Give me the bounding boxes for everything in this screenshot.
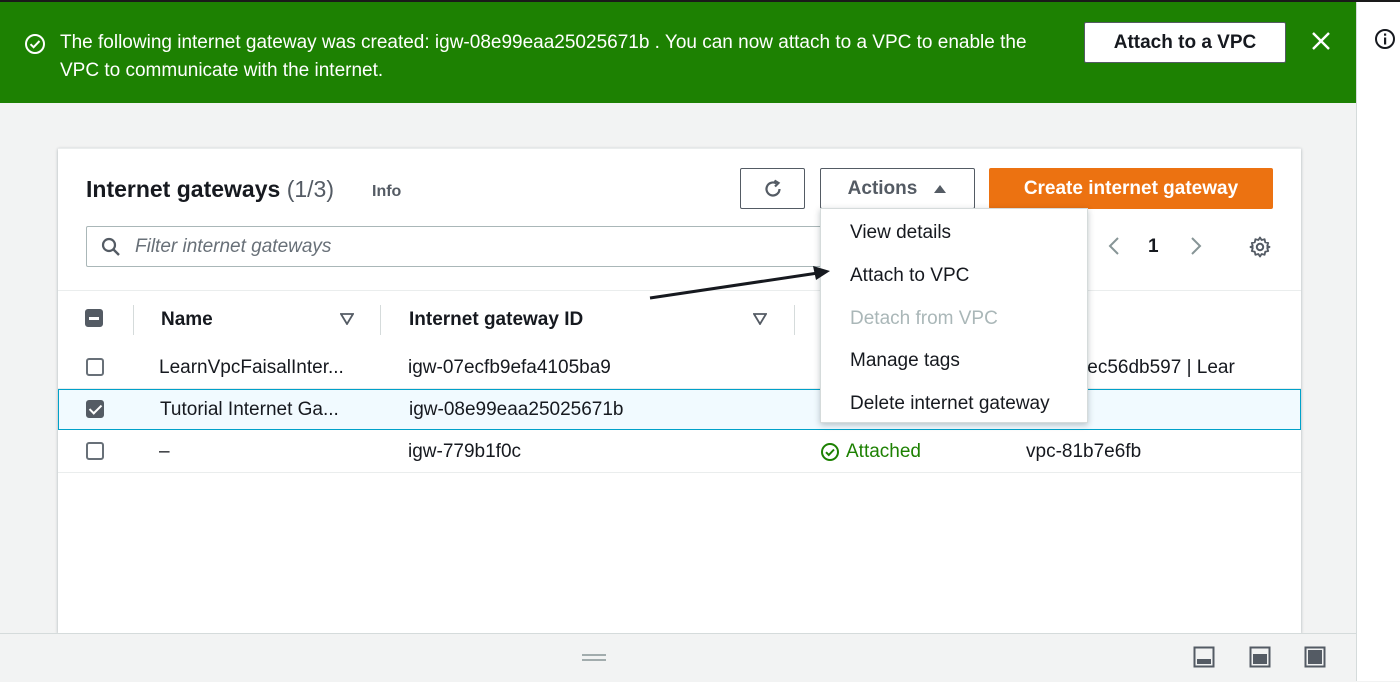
chevron-right-icon[interactable] [1186,235,1206,257]
actions-label: Actions [847,177,918,199]
refresh-icon [764,179,781,197]
menu-item-manage-tags[interactable]: Manage tags [850,350,960,372]
row-vpc[interactable]: vpc-81b7e6fb [1026,441,1301,463]
status-success-icon [821,443,839,461]
state-label: Attached [846,441,921,462]
internet-gateways-table-container: Internet gateways (1/3) Info Actions Cre… [58,148,1301,633]
search-icon [101,237,120,256]
table-row[interactable]: – igw-779b1f0c Attached vpc-81b7e6fb [58,431,1301,473]
row-gateway-id[interactable]: igw-779b1f0c [408,441,521,463]
info-link[interactable]: Info [372,183,401,201]
flash-message: The following internet gateway was creat… [60,32,1027,81]
row-state: Attached [820,441,921,463]
table-title: Internet gateways [86,176,281,202]
table-row[interactable]: LearnVpcFaisalInter... igw-07ecfb9efa410… [58,347,1301,389]
panel-bottom-icon[interactable] [1193,646,1215,668]
annotation-arrow [649,266,830,300]
gear-icon[interactable] [1248,235,1272,259]
menu-item-attach-to-vpc[interactable]: Attach to VPC [850,265,969,287]
menu-item-delete-internet-gateway[interactable]: Delete internet gateway [850,393,1050,415]
help-panel-rail [1356,2,1400,681]
filter-box [86,226,826,267]
menu-item-view-details[interactable]: View details [850,222,951,244]
row-checkbox[interactable] [86,442,104,460]
panel-full-icon[interactable] [1304,646,1326,668]
panel-split-icon[interactable] [1249,646,1271,668]
row-gateway-id[interactable]: igw-08e99eaa25025671b [409,399,623,421]
sort-triangle-icon[interactable] [753,313,767,325]
sort-triangle-icon[interactable] [340,313,354,325]
table-row-selected[interactable]: Tutorial Internet Ga... igw-08e99eaa2502… [58,389,1301,430]
create-internet-gateway-button[interactable]: Create internet gateway [989,168,1273,209]
select-all-checkbox[interactable] [85,309,103,327]
row-name: Tutorial Internet Ga... [160,399,339,420]
attach-to-vpc-button[interactable]: Attach to a VPC [1084,22,1286,63]
column-header-name[interactable]: Name [161,309,213,331]
info-icon[interactable] [1374,28,1396,50]
column-separator [380,305,381,335]
close-icon[interactable] [1310,30,1332,52]
success-flashbar: The following internet gateway was creat… [0,2,1356,103]
refresh-button[interactable] [740,168,805,209]
page-number[interactable]: 1 [1148,236,1159,258]
row-checkbox[interactable] [86,358,104,376]
selection-count: (1/3) [286,176,334,202]
row-checkbox[interactable] [86,400,104,418]
row-name: – [159,441,170,462]
bottom-panel-bar [0,633,1356,682]
caret-up-icon [934,184,947,193]
filter-input[interactable] [133,233,797,261]
column-separator [133,305,134,335]
page-title: Internet gateways (1/3) [86,176,334,203]
column-header-internet-gateway-id[interactable]: Internet gateway ID [409,309,583,331]
drag-handle-icon[interactable] [582,652,606,664]
check-circle-icon [25,34,45,54]
row-name: LearnVpcFaisalInter... [159,357,344,378]
menu-item-detach-from-vpc: Detach from VPC [850,308,998,329]
actions-button[interactable]: Actions [820,168,975,209]
actions-dropdown-menu: View details Attach to VPC Detach from V… [820,208,1088,423]
chevron-left-icon[interactable] [1104,235,1124,257]
row-gateway-id[interactable]: igw-07ecfb9efa4105ba9 [408,357,611,379]
